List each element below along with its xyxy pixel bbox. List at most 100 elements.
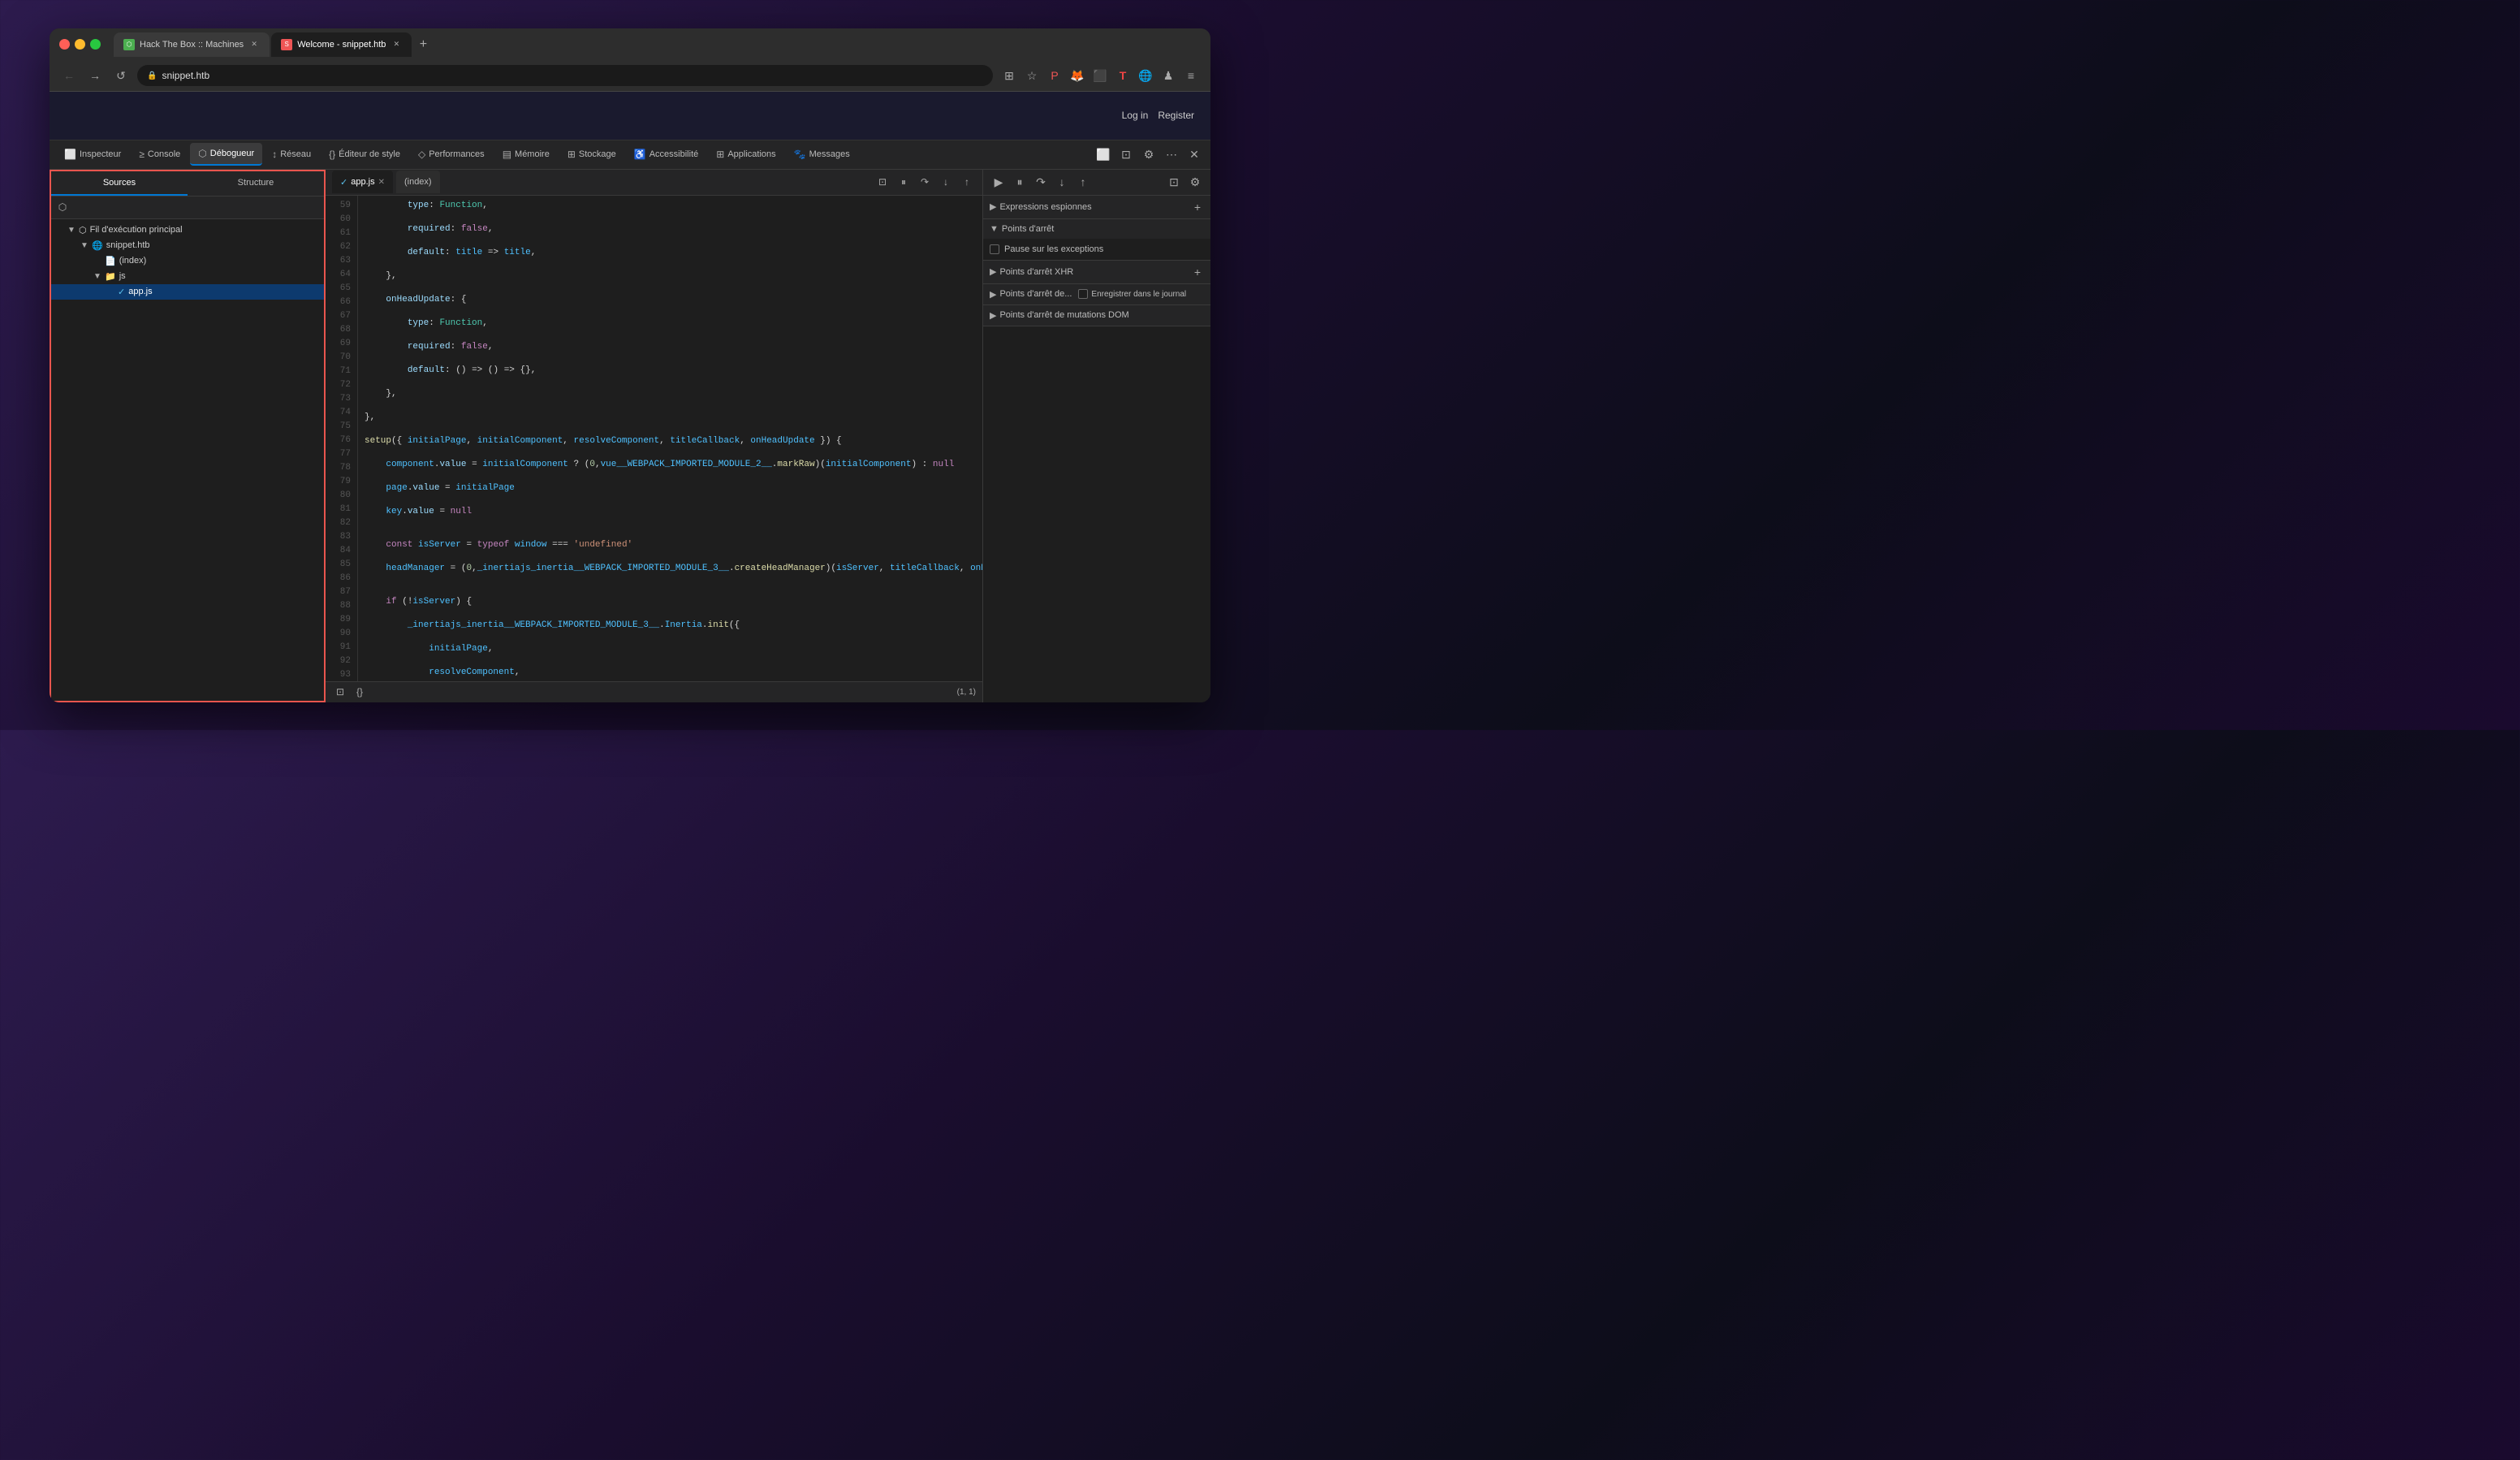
dock-button[interactable]: ⬜ <box>1094 145 1113 164</box>
code-tab-index[interactable]: (index) <box>396 171 440 193</box>
step-over-btn[interactable]: ↷ <box>1032 173 1050 191</box>
breakpoints-content: Pause sur les exceptions <box>983 239 1210 260</box>
xhr-breakpoints-header[interactable]: ▶ Points d'arrêt XHR + <box>983 261 1210 283</box>
log-checkbox[interactable] <box>1078 289 1088 299</box>
pause-exceptions-checkbox[interactable] <box>990 244 999 254</box>
sources-tab[interactable]: Sources <box>51 171 188 196</box>
pause-button[interactable]: ⏸ <box>895 173 913 191</box>
step-out-button[interactable]: ↑ <box>958 173 976 191</box>
devtools-tab-network[interactable]: ↕ Réseau <box>264 143 319 166</box>
pause-on-exceptions-row[interactable]: Pause sur les exceptions <box>990 242 1204 257</box>
code-area[interactable]: 5960616263 6465666768 6970717273 7475767… <box>326 196 982 681</box>
expressions-header[interactable]: ▶ Expressions espionnes + <box>983 196 1210 218</box>
step-in-btn[interactable]: ↓ <box>1053 173 1071 191</box>
tree-item-js-folder[interactable]: ▼ 📁 js <box>51 269 324 284</box>
extension3-button[interactable]: 🌐 <box>1136 66 1155 85</box>
xhr-breakpoints-section: ▶ Points d'arrêt XHR + <box>983 261 1210 284</box>
extension4-button[interactable]: ♟ <box>1159 66 1178 85</box>
xhr-breakpoints-label: Points d'arrêt XHR <box>999 267 1073 277</box>
devtools-tab-style[interactable]: {} Éditeur de style <box>321 143 408 166</box>
devtools-tab-inspector[interactable]: ⬜ Inspecteur <box>56 143 129 166</box>
close-button[interactable] <box>59 39 70 50</box>
menu-button[interactable]: ≡ <box>1181 66 1201 85</box>
memory-icon: ▤ <box>503 149 511 160</box>
back-button[interactable]: ← <box>59 66 79 85</box>
minimize-button[interactable] <box>75 39 85 50</box>
other-breakpoints-header[interactable]: ▶ Points d'arrêt de... Enregistrer dans … <box>983 284 1210 305</box>
overflow-button[interactable]: ⋯ <box>1162 145 1181 164</box>
devtools-tab-accessibility-label: Accessibilité <box>649 149 699 159</box>
xhr-chevron: ▶ <box>990 266 996 277</box>
devtools-tab-network-label: Réseau <box>280 149 311 159</box>
breakpoints-chevron: ▼ <box>990 224 999 234</box>
collapse-all-button[interactable]: ⬡ <box>54 199 71 215</box>
tab-close-snippet[interactable]: ✕ <box>391 39 402 50</box>
log-label: Enregistrer dans le journal <box>1091 290 1186 299</box>
browser-tab-snippet[interactable]: S Welcome - snippet.htb ✕ <box>271 32 412 57</box>
cursor-position: (1, 1) <box>957 688 976 697</box>
structure-tab[interactable]: Structure <box>188 171 324 196</box>
breakpoints-label: Points d'arrêt <box>1002 224 1054 234</box>
network-icon: ↕ <box>272 149 277 160</box>
devtools-tab-apps[interactable]: ⊞ Applications <box>708 143 783 166</box>
devtools-toolbar: ⬜ Inspecteur ≥ Console ⬡ Débogueur ↕ Rés… <box>50 140 1210 170</box>
extension1-button[interactable]: ⬛ <box>1090 66 1110 85</box>
code-tab-appjs-close[interactable]: ✕ <box>378 178 385 187</box>
devtools-tab-memory[interactable]: ▤ Mémoire <box>494 143 558 166</box>
extension2-button[interactable]: T <box>1113 66 1133 85</box>
code-content: type: Function, required: false, default… <box>358 196 982 681</box>
devtools-tab-perf[interactable]: ◇ Performances <box>410 143 493 166</box>
resume-button[interactable]: ▶ <box>990 173 1008 191</box>
domain-chevron: ▼ <box>80 241 88 250</box>
tab-close-htb[interactable]: ✕ <box>248 39 260 50</box>
address-bar[interactable]: 🔒 snippet.htb <box>137 65 993 86</box>
refresh-button[interactable]: ↺ <box>111 66 131 85</box>
devtools-tab-memory-label: Mémoire <box>515 149 550 159</box>
tree-item-thread[interactable]: ▼ ⬡ Fil d'exécution principal <box>51 222 324 238</box>
fullscreen-button[interactable] <box>90 39 101 50</box>
settings-right-btn[interactable]: ⚙ <box>1186 173 1204 191</box>
container-button[interactable]: 🦊 <box>1068 66 1087 85</box>
pretty-print-right-btn[interactable]: ⊡ <box>1165 173 1183 191</box>
devtools-tab-console[interactable]: ≥ Console <box>131 143 188 166</box>
bracket-button[interactable]: {} <box>352 684 368 700</box>
tree-item-appjs[interactable]: ▶ ✓ app.js <box>51 284 324 300</box>
js-chevron: ▼ <box>93 272 101 281</box>
pocket-button[interactable]: P <box>1045 66 1064 85</box>
devtools-tab-inspector-label: Inspecteur <box>80 149 121 159</box>
close-devtools-button[interactable]: ✕ <box>1184 145 1204 164</box>
settings-button[interactable]: ⚙ <box>1139 145 1159 164</box>
breakpoints-header[interactable]: ▼ Points d'arrêt <box>983 219 1210 239</box>
bookmark-button[interactable]: ☆ <box>1022 66 1042 85</box>
add-xhr-button[interactable]: + <box>1191 266 1204 279</box>
format-button[interactable]: ⊡ <box>332 684 348 700</box>
tree-item-index[interactable]: ▶ 📄 (index) <box>51 253 324 269</box>
devtools-tab-accessibility[interactable]: ♿ Accessibilité <box>626 143 706 166</box>
code-tab-appjs[interactable]: ✓ app.js ✕ <box>332 171 393 193</box>
step-out-btn[interactable]: ↑ <box>1074 173 1092 191</box>
tree-item-domain[interactable]: ▼ 🌐 snippet.htb <box>51 238 324 253</box>
forward-button[interactable]: → <box>85 66 105 85</box>
dom-mutations-header[interactable]: ▶ Points d'arrêt de mutations DOM <box>983 305 1210 326</box>
thread-label: Fil d'exécution principal <box>90 225 183 235</box>
reader-button[interactable]: ⊞ <box>999 66 1019 85</box>
step-over-button[interactable]: ↷ <box>916 173 934 191</box>
snippet-favicon: S <box>281 39 292 50</box>
page-header: Log in Register <box>50 92 1210 140</box>
add-expression-button[interactable]: + <box>1191 201 1204 214</box>
undock-button[interactable]: ⊡ <box>1116 145 1136 164</box>
browser-tab-htb[interactable]: ⬡ Hack The Box :: Machines ✕ <box>114 32 270 57</box>
code-panel: ✓ app.js ✕ (index) ⊡ ⏸ ↷ ↓ ↑ <box>326 170 983 702</box>
login-link[interactable]: Log in <box>1122 110 1149 121</box>
step-into-button[interactable]: ↓ <box>937 173 955 191</box>
debugger-right-panel: ▶ ⏸ ↷ ↓ ↑ ⊡ ⚙ ▶ Express <box>983 170 1210 702</box>
new-tab-button[interactable]: + <box>413 35 433 54</box>
register-link[interactable]: Register <box>1158 110 1194 121</box>
expressions-label: Expressions espionnes <box>999 202 1091 212</box>
pretty-print-button[interactable]: ⊡ <box>874 173 891 191</box>
dom-chevron: ▶ <box>990 310 996 321</box>
pause-button[interactable]: ⏸ <box>1011 173 1029 191</box>
devtools-tab-storage[interactable]: ⊞ Stockage <box>559 143 624 166</box>
devtools-tab-debugger[interactable]: ⬡ Débogueur <box>190 143 262 166</box>
devtools-tab-messages[interactable]: 🐾 Messages <box>786 143 858 166</box>
